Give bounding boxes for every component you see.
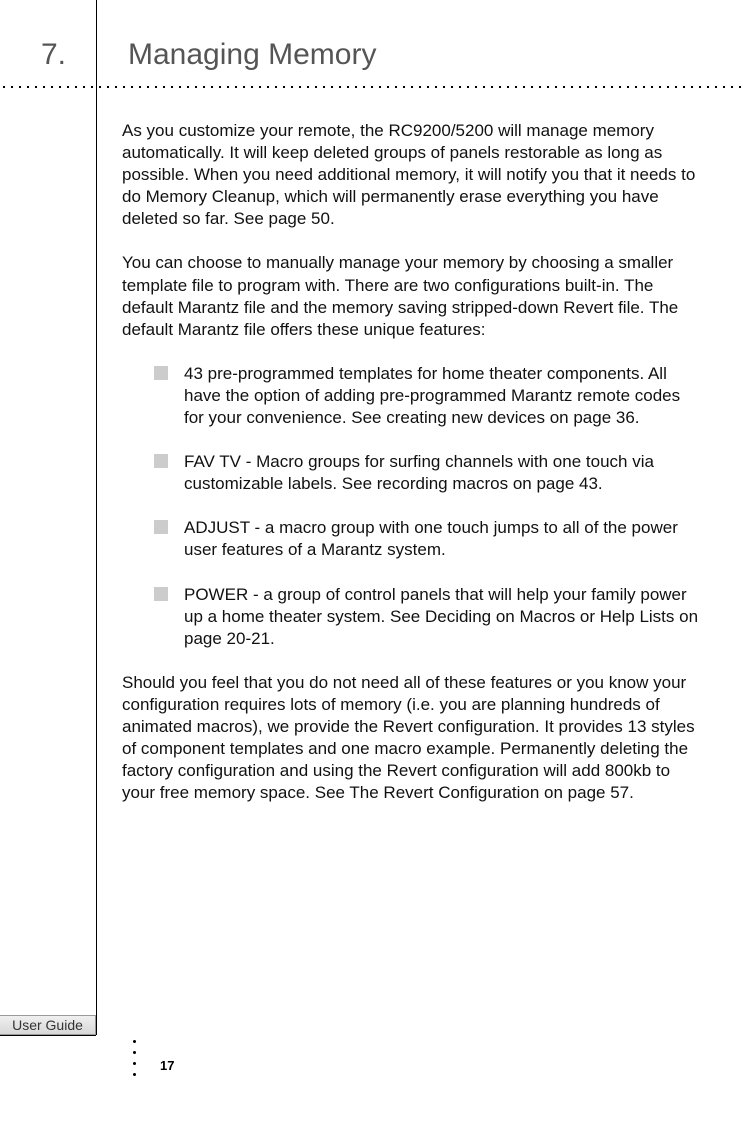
list-item-text: ADJUST - a macro group with one touch ju… — [184, 518, 678, 559]
feature-list: 43 pre-programmed templates for home the… — [122, 363, 702, 650]
vertical-rule — [96, 0, 97, 1035]
list-item-text: FAV TV - Macro groups for surfing channe… — [184, 452, 654, 493]
bullet-icon — [154, 366, 168, 380]
page-number: 17 — [160, 1058, 174, 1073]
bullet-icon — [154, 520, 168, 534]
bullet-icon — [154, 454, 168, 468]
paragraph-intro: As you customize your remote, the RC9200… — [122, 120, 702, 230]
list-item-text: 43 pre-programmed templates for home the… — [184, 364, 680, 427]
list-item: 43 pre-programmed templates for home the… — [122, 363, 702, 429]
list-item: FAV TV - Macro groups for surfing channe… — [122, 451, 702, 495]
section-divider-dotted — [0, 85, 745, 89]
chapter-header: 7. Managing Memory — [0, 38, 745, 72]
chapter-number: 7. — [0, 38, 96, 72]
list-item-text: POWER - a group of control panels that w… — [184, 585, 698, 648]
chapter-title: Managing Memory — [96, 38, 376, 72]
vertical-dots — [133, 1040, 136, 1084]
horizontal-rule — [0, 1035, 96, 1036]
paragraph-revert: Should you feel that you do not need all… — [122, 672, 702, 805]
content-body: As you customize your remote, the RC9200… — [122, 120, 702, 826]
paragraph-options: You can choose to manually manage your m… — [122, 252, 702, 340]
user-guide-label: User Guide — [0, 1015, 96, 1035]
bullet-icon — [154, 587, 168, 601]
list-item: ADJUST - a macro group with one touch ju… — [122, 517, 702, 561]
list-item: POWER - a group of control panels that w… — [122, 584, 702, 650]
